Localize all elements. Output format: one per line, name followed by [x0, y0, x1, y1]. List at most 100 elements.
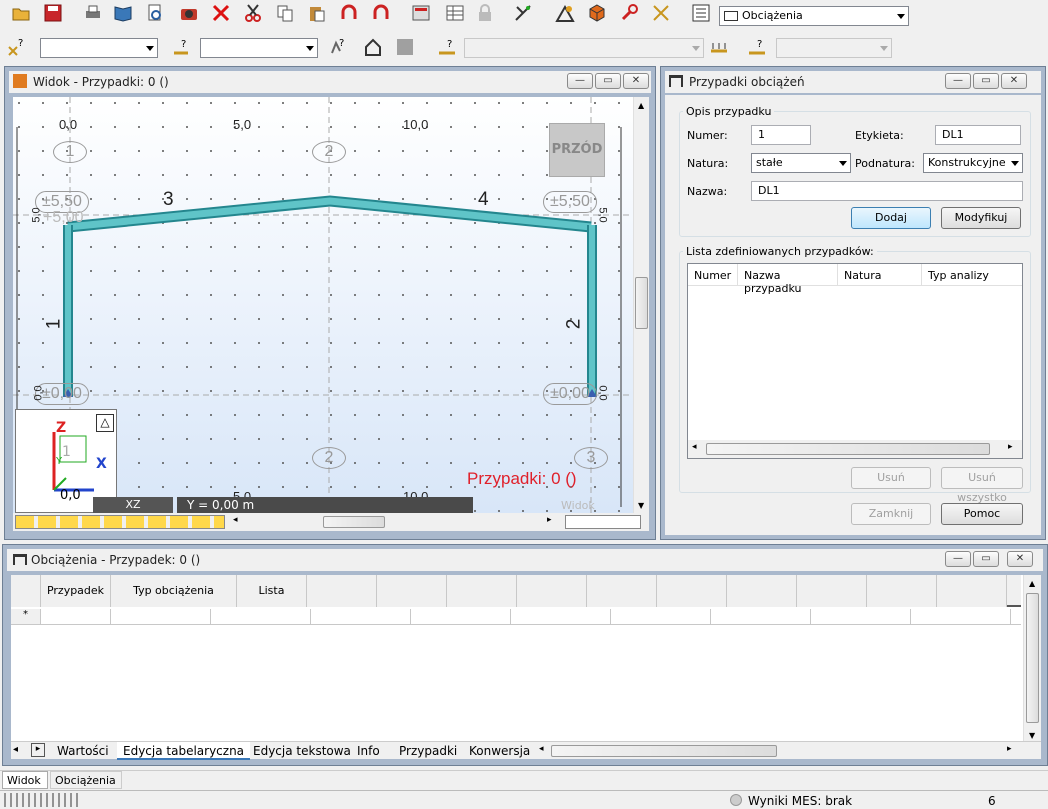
bar-combo[interactable] [200, 38, 318, 58]
column-empty-1[interactable] [307, 575, 377, 607]
copy-icon[interactable] [274, 2, 296, 24]
cases-restore-button[interactable]: ▭ [973, 73, 999, 89]
loads-close-button[interactable]: ✕ [1007, 551, 1033, 567]
tab-table-edit[interactable]: Edycja tabelaryczna [117, 742, 251, 760]
loads-hscroll-right-icon[interactable]: ▸ [1007, 744, 1012, 754]
camera-icon[interactable] [178, 2, 200, 24]
modify-button[interactable]: Modyfikuj [941, 207, 1021, 229]
cut-icon[interactable] [242, 2, 264, 24]
close-button[interactable]: ✕ [623, 73, 649, 89]
tabs-prev-icon[interactable]: ◂ [13, 744, 18, 755]
cube-icon[interactable] [586, 2, 608, 24]
column-empty-3[interactable] [447, 575, 517, 607]
column-empty-2[interactable] [377, 575, 447, 607]
tab-values[interactable]: Wartości [51, 742, 115, 760]
plane-selector[interactable]: XZ [93, 497, 173, 513]
column-empty-8[interactable] [797, 575, 867, 607]
gray-box-icon[interactable] [394, 36, 416, 58]
node-select-icon[interactable]: ? [6, 36, 28, 58]
scroll-up-icon[interactable]: ▲ [638, 101, 644, 110]
cases-minimize-button[interactable]: — [945, 73, 971, 89]
tab-conversion[interactable]: Konwersja [463, 742, 536, 760]
scroll-down-icon[interactable]: ▼ [638, 501, 644, 510]
cases-close-button[interactable]: ✕ [1001, 73, 1027, 89]
loads-vscroll-thumb[interactable] [1026, 593, 1039, 723]
structure-canvas[interactable]: 0,0 5,0 10,0 1 2 ±5,50 +5,00 ±5,50 ±0,00… [13, 97, 633, 513]
delete-icon[interactable] [210, 2, 232, 24]
redo-icon[interactable] [370, 2, 392, 24]
column-empty-7[interactable] [727, 575, 797, 607]
structure-icon[interactable] [554, 2, 576, 24]
label-input[interactable]: DL1 [935, 125, 1021, 145]
loads-scroll-up-icon[interactable]: ▲ [1029, 579, 1035, 588]
window-tab-loads[interactable]: Obciążenia [50, 771, 122, 789]
cases-list[interactable]: Numer Nazwa przypadku Natura Typ analizy… [687, 263, 1023, 459]
book-icon[interactable] [112, 2, 134, 24]
beam-load-icon[interactable] [708, 36, 730, 58]
loads-vscrollbar[interactable]: ▲ ▼ [1023, 575, 1041, 745]
hscroll-left-icon[interactable]: ◂ [233, 515, 238, 525]
print-icon[interactable] [82, 2, 104, 24]
loads-restore-button[interactable]: ▭ [973, 551, 999, 567]
nature-select[interactable]: stałe [751, 153, 851, 173]
column-empty-5[interactable] [587, 575, 657, 607]
column-list[interactable]: Lista [237, 575, 307, 607]
lock-icon[interactable] [474, 2, 496, 24]
name-input[interactable]: DL1 [751, 181, 1023, 201]
load-combo[interactable] [464, 38, 704, 58]
layout-icon[interactable] [690, 2, 712, 24]
loads-grid[interactable]: Przypadek Typ obciążenia Lista * ▲ ▼ ◂ ▸… [11, 575, 1041, 760]
list-scroll-right-icon[interactable]: ▸ [1008, 442, 1013, 452]
view-vscroll-thumb[interactable] [635, 277, 648, 329]
view-cube[interactable]: PRZÓD [549, 123, 605, 177]
bar-select-icon[interactable]: ? [170, 36, 192, 58]
column-nature[interactable]: Natura [838, 264, 922, 286]
view-vscrollbar[interactable]: ▲ ▼ [633, 97, 649, 513]
support-combo[interactable] [776, 38, 892, 58]
hand-select-icon[interactable]: ? [326, 36, 348, 58]
tabs-next-icon[interactable]: ▸ [31, 743, 45, 757]
column-number[interactable]: Numer [688, 264, 738, 286]
status-tools-icons[interactable] [4, 793, 78, 807]
print-preview-icon[interactable] [144, 2, 166, 24]
node-combo[interactable] [40, 38, 158, 58]
measure-icon[interactable] [650, 2, 672, 24]
column-empty-10[interactable] [937, 575, 1007, 607]
list-scroll-left-icon[interactable]: ◂ [692, 442, 697, 452]
list-hscroll-thumb[interactable] [706, 443, 990, 455]
column-case[interactable]: Przypadek [41, 575, 111, 607]
hscroll-right-icon[interactable]: ▸ [547, 515, 552, 525]
restore-button[interactable]: ▭ [595, 73, 621, 89]
column-empty-6[interactable] [657, 575, 727, 607]
coordinate-field[interactable]: Y = 0,00 m [177, 497, 473, 513]
delete-all-button[interactable]: Usuń wszystko [941, 467, 1023, 504]
subnature-select[interactable]: Konstrukcyjne [923, 153, 1023, 173]
table-icon[interactable] [444, 2, 466, 24]
view-tools-icons[interactable] [565, 515, 641, 529]
column-analysis-type[interactable]: Typ analizy [922, 264, 1022, 286]
add-button[interactable]: Dodaj [851, 207, 931, 229]
loads-new-row[interactable]: * [11, 609, 1021, 625]
wrench-icon[interactable] [618, 2, 640, 24]
layout-select[interactable]: Obciążenia [719, 6, 909, 26]
loads-hscroll-thumb[interactable] [551, 745, 777, 757]
rotate-up-icon[interactable]: △ [96, 414, 114, 432]
cases-list-hscrollbar[interactable]: ◂ ▸ [688, 440, 1022, 458]
tab-cases[interactable]: Przypadki [393, 742, 463, 760]
nodes-icon[interactable] [512, 2, 534, 24]
column-case-name[interactable]: Nazwa przypadku [738, 264, 838, 295]
column-empty-9[interactable] [867, 575, 937, 607]
house-icon[interactable] [362, 36, 384, 58]
close-panel-button[interactable]: Zamknij [851, 503, 931, 525]
load-select-icon[interactable]: ? [436, 36, 458, 58]
calculator-icon[interactable] [410, 2, 432, 24]
tab-info[interactable]: Info [351, 742, 386, 760]
loads-hscroll-left-icon[interactable]: ◂ [539, 744, 544, 754]
paste-icon[interactable] [306, 2, 328, 24]
display-attributes-icons[interactable] [15, 515, 225, 529]
number-input[interactable]: 1 [751, 125, 811, 145]
support-select-icon[interactable]: ? [746, 36, 768, 58]
save-icon[interactable] [42, 2, 64, 24]
tab-text-edit[interactable]: Edycja tekstowa [247, 742, 357, 760]
column-empty-4[interactable] [517, 575, 587, 607]
